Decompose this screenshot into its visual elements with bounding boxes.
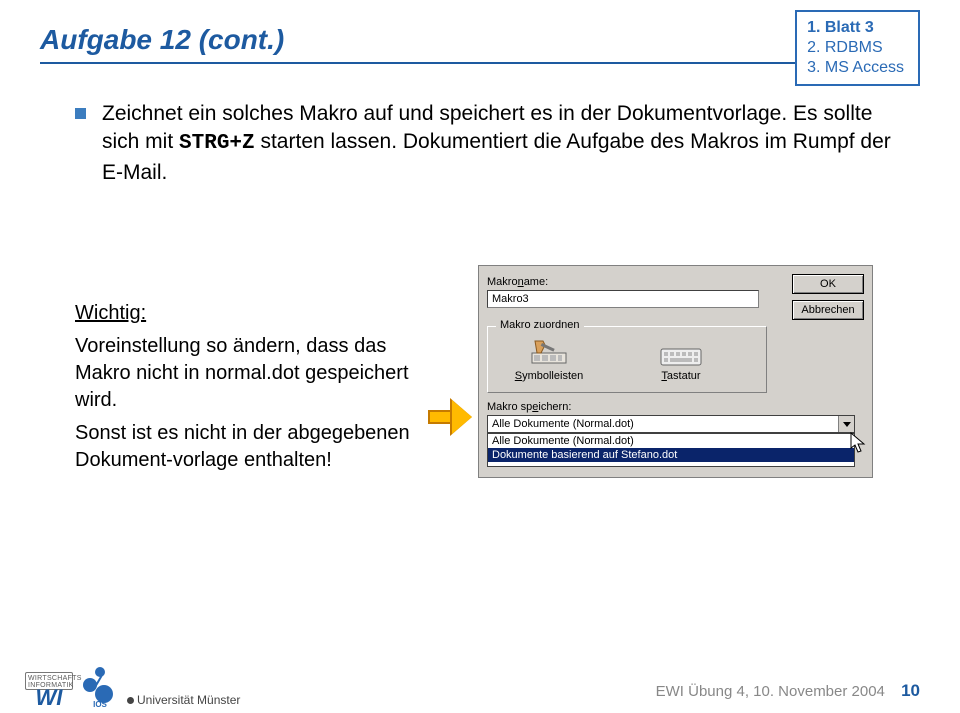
bullet-code: STRG+Z [179, 132, 255, 155]
cancel-button[interactable]: Abbrechen [792, 300, 864, 320]
title-rule [40, 62, 920, 64]
ios-text: IOS [83, 700, 117, 709]
save-in-combo[interactable]: Alle Dokumente (Normal.dot) [487, 415, 855, 433]
footer-text: EWI Übung 4, 10. November 2004 [656, 683, 885, 700]
makroname-input[interactable]: Makro3 [487, 290, 759, 308]
wi-logo-big: WI [25, 689, 73, 707]
footer: EWI Übung 4, 10. November 2004 10 [656, 681, 920, 701]
note-heading: Wichtig: [75, 300, 420, 327]
note-p1: Voreinstellung so ändern, dass das Makro… [75, 333, 420, 414]
combo-drop-icon[interactable] [838, 416, 854, 432]
combo-value: Alle Dokumente (Normal.dot) [488, 418, 838, 430]
note-p2: Sonst ist es nicht in der abgegebenen Do… [75, 420, 420, 474]
page-title: Aufgabe 12 (cont.) [40, 24, 920, 56]
wi-logo-top: WIRTSCHAFTS [28, 675, 70, 682]
toolbar-label-rest: ymbolleisten [522, 370, 583, 382]
ios-logo: IOS [83, 667, 117, 707]
legend-item-1: 1. Blatt 3 [807, 18, 904, 38]
legend-item-3: 3. MS Access [807, 58, 904, 78]
list-option-1[interactable]: Alle Dokumente (Normal.dot) [488, 434, 854, 448]
legend-item-2: 2. RDBMS [807, 38, 904, 58]
list-option-2[interactable]: Dokumente basierend auf Stefano.dot [488, 448, 854, 462]
body-text: Zeichnet ein solches Makro auf und speic… [75, 100, 900, 187]
keyboard-label-rest: astatur [667, 370, 701, 382]
save-in-listbox[interactable]: Alle Dokumente (Normal.dot) Dokumente ba… [487, 433, 855, 467]
page-number: 10 [901, 681, 920, 700]
bullet-content: Zeichnet ein solches Makro auf und speic… [102, 100, 900, 187]
uni-logo: Universität Münster [127, 693, 240, 707]
important-note: Wichtig: Voreinstellung so ändern, dass … [75, 300, 420, 474]
chevron-down-icon [843, 422, 851, 427]
assign-group: Symbolleisten Tastatur [487, 326, 767, 393]
wi-logo: WIRTSCHAFTS INFORMATIK WI [25, 672, 73, 707]
orange-arrow-icon [428, 402, 474, 432]
keyboard-option[interactable]: Tastatur [636, 339, 726, 382]
uni-text: Universität Münster [137, 693, 240, 707]
macro-dialog: Makroname: Makro3 OK Abbrechen Symbollei… [478, 265, 873, 478]
toolbar-option[interactable]: Symbolleisten [504, 339, 594, 382]
bullet-icon [75, 108, 86, 119]
cursor-icon [850, 432, 868, 460]
legend-box: 1. Blatt 3 2. RDBMS 3. MS Access [795, 10, 920, 86]
makroname-label: Makroname: [487, 276, 767, 288]
logos: WIRTSCHAFTS INFORMATIK WI IOS Universitä… [25, 667, 240, 707]
ok-button[interactable]: OK [792, 274, 864, 294]
speichern-label: Makro speichern: [487, 401, 864, 413]
